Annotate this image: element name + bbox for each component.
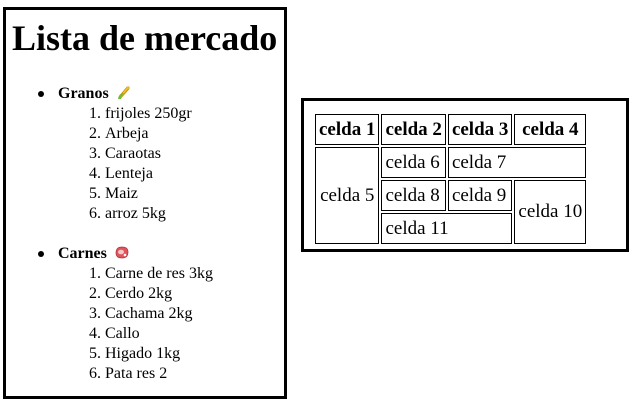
item-label: Cerdo 2kg <box>105 285 173 302</box>
list-item: 1. Carne de res 3kg <box>85 264 213 284</box>
header-cell-4: celda 4 <box>514 114 587 145</box>
item-number: 4. <box>89 325 101 342</box>
list-item: 6. Pata res 2 <box>85 364 213 384</box>
item-label: Pata res 2 <box>105 365 168 382</box>
meat-icon <box>114 244 130 266</box>
group-header: Carnes <box>38 244 168 266</box>
cell-table: celda 1 celda 2 celda 3 celda 4 celda 5 … <box>313 112 588 246</box>
list-item: 3. Cachama 2kg <box>85 304 213 324</box>
item-number: 2. <box>89 125 101 142</box>
item-number: 4. <box>89 165 101 182</box>
group-label: Granos <box>58 84 132 106</box>
bullet-icon <box>38 91 44 97</box>
list-item: 4. Callo <box>85 324 213 344</box>
cell-5: celda 5 <box>315 147 380 244</box>
group-carnes: Carnes 1. Carne de res 3kg 2. Cerdo 2kg 3.… <box>38 244 213 384</box>
item-number: 6. <box>89 205 101 222</box>
list-item: 2. Arbeja <box>85 124 213 144</box>
item-number: 5. <box>89 185 101 202</box>
header-cell-2: celda 2 <box>381 114 446 145</box>
group-list: Granos 1. frijoles 250gr 2. Arbeja 3. Carao… <box>38 84 213 384</box>
group-header: Granos <box>38 84 168 106</box>
bullet-icon <box>38 251 44 257</box>
carnes-items: 1. Carne de res 3kg 2. Cerdo 2kg 3. Cachama… <box>85 264 213 384</box>
granos-items: 1. frijoles 250gr 2. Arbeja 3. Caraotas 4. L… <box>85 104 213 224</box>
header-cell-1: celda 1 <box>315 114 380 145</box>
cell-7: celda 7 <box>447 147 587 178</box>
list-item: 1. frijoles 250gr <box>85 104 213 124</box>
table-row: celda 1 celda 2 celda 3 celda 4 <box>315 114 587 145</box>
item-label: Maiz <box>105 185 138 202</box>
item-label: Higado 1kg <box>105 345 181 362</box>
cell-9: celda 9 <box>447 180 513 211</box>
list-item: 5. Maiz <box>85 184 213 204</box>
table-panel: celda 1 celda 2 celda 3 celda 4 celda 5 … <box>301 98 629 252</box>
item-label: Arbeja <box>105 125 149 142</box>
cell-11: celda 11 <box>381 213 513 244</box>
list-item: 4. Lenteja <box>85 164 213 184</box>
header-cell-3: celda 3 <box>447 114 513 145</box>
group-label: Carnes <box>58 244 130 266</box>
list-item: 2. Cerdo 2kg <box>85 284 213 304</box>
item-number: 2. <box>89 285 101 302</box>
shopping-list-panel: Lista de mercado Granos 1. frijoles 250g… <box>3 7 287 399</box>
item-label: frijoles 250gr <box>105 105 192 122</box>
group-granos: Granos 1. frijoles 250gr 2. Arbeja 3. Carao… <box>38 84 192 224</box>
table-row: celda 5 celda 6 celda 7 <box>315 147 587 244</box>
item-label: Caraotas <box>105 145 161 162</box>
corn-icon <box>116 84 132 106</box>
list-item: 3. Caraotas <box>85 144 213 164</box>
item-number: 1. <box>89 105 101 122</box>
list-item: 6. arroz 5kg <box>85 204 213 224</box>
cell-8: celda 8 <box>381 180 446 211</box>
cell-6: celda 6 <box>381 147 446 178</box>
item-number: 6. <box>89 365 101 382</box>
cell-10: celda 10 <box>514 180 587 244</box>
item-number: 3. <box>89 145 101 162</box>
group-name-label: Carnes <box>58 245 107 262</box>
item-label: Carne de res 3kg <box>105 265 213 282</box>
group-name-label: Granos <box>58 85 109 102</box>
item-label: Lenteja <box>105 165 153 182</box>
item-number: 5. <box>89 345 101 362</box>
item-label: Callo <box>105 325 140 342</box>
item-number: 1. <box>89 265 101 282</box>
list-item: 5. Higado 1kg <box>85 344 213 364</box>
page-title: Lista de mercado <box>12 18 278 58</box>
item-label: Cachama 2kg <box>105 305 193 322</box>
item-label: arroz 5kg <box>105 205 166 222</box>
item-number: 3. <box>89 305 101 322</box>
